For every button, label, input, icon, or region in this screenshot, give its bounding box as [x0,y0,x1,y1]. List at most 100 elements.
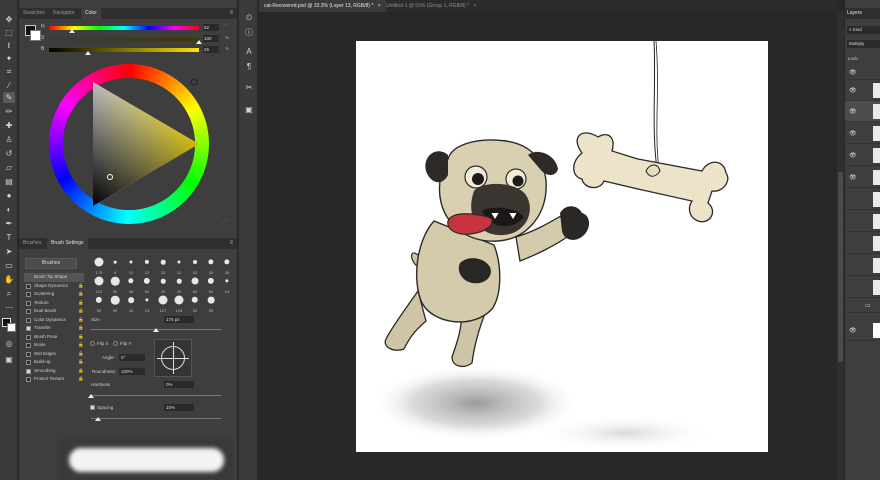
brush-option-row[interactable]: Noise 🔒 [24,341,84,350]
paragraph-panel-icon[interactable]: ¶ [243,61,255,73]
brush-tip-preset[interactable]: 50 [139,276,155,294]
move-tool-icon[interactable]: ✥ [3,14,15,25]
tab-swatches[interactable]: Swatches [19,8,49,19]
resize-grip-icon[interactable]: ⋰ [222,218,228,225]
screen-mode-icon[interactable]: ▣ [3,354,15,365]
saturation-slider[interactable]: S 100 % [41,35,237,44]
eyedropper-tool-icon[interactable]: ⁄ [3,80,15,91]
brush-tip-preset[interactable]: 52 [187,295,203,313]
marquee-tool-icon[interactable]: ⬚ [3,27,15,38]
layer-row[interactable] [845,211,880,232]
layer-row-background[interactable]: 👁 [845,320,880,341]
lock-icon[interactable]: 🔒 [78,375,84,384]
layer-row-folder[interactable]: ▭ [845,299,880,313]
brush-tip-preset[interactable]: 20 [187,257,203,275]
brush-tip-preset[interactable]: 13 [139,295,155,313]
visibility-eye-icon[interactable]: 👁 [849,174,857,181]
lock-icon[interactable]: 🔒 [78,333,84,342]
tools-preset-icon[interactable]: ✂ [243,82,255,94]
hue-ring-segment[interactable] [124,64,130,79]
visibility-eye-icon[interactable]: 👁 [849,108,857,115]
lasso-tool-icon[interactable]: ℓ [3,40,15,51]
character-panel-icon[interactable]: A [243,46,255,58]
visibility-eye-icon[interactable]: 👁 [849,69,857,76]
spacing-checkbox[interactable] [90,405,95,410]
tab-brush-settings[interactable]: Brush Settings [47,238,88,249]
brush-tip-preset[interactable]: 175 [91,257,107,275]
layer-row[interactable]: 👁 [845,145,880,166]
brush-tool-icon[interactable]: ✎ [3,92,15,103]
brush-option-row[interactable]: Build-up 🔒 [24,358,84,367]
layer-row-group[interactable]: 👁 [845,66,880,80]
brush-option-checkbox[interactable] [26,377,31,382]
lock-icon[interactable]: 🔒 [78,341,84,350]
hue-marker[interactable] [190,78,198,86]
brush-tip-preset[interactable]: 22 [139,257,155,275]
brush-tip-preset[interactable]: 25 [171,276,187,294]
hue-knob[interactable] [68,29,75,33]
gradient-tool-icon[interactable]: ▤ [3,176,15,187]
hardness-knob[interactable] [88,394,94,398]
angle-field[interactable]: 0° [119,354,145,361]
visibility-eye-icon[interactable]: 👁 [849,87,857,94]
magic-wand-tool-icon[interactable]: ✦ [3,53,15,64]
brush-option-checkbox[interactable] [26,326,31,331]
tab-color[interactable]: Color [81,8,101,19]
doc-tab-active[interactable]: cat-Recovered.psd @ 33.3% (Layer 13, RGB… [259,0,386,12]
pencil-tool-icon[interactable]: ✏ [3,106,15,117]
lock-icon[interactable]: 🔒 [78,290,84,299]
brush-tip-preset[interactable]: 55 [203,295,219,313]
brush-tip-preset[interactable]: 25 [155,276,171,294]
brush-tip-preset[interactable]: 127 [155,295,171,313]
lock-icon[interactable]: 🔒 [78,324,84,333]
brush-tip-preset[interactable]: 40 [123,295,139,313]
flip-y-checkbox[interactable] [113,341,118,346]
brush-option-row[interactable]: Protect Texture 🔒 [24,375,84,384]
pen-tool-icon[interactable]: ✒ [3,218,15,229]
layer-row[interactable] [845,233,880,254]
layer-row[interactable]: 👁 [845,123,880,144]
brush-tip-preset[interactable]: 50 [91,295,107,313]
brush-option-row[interactable]: Dual Brush 🔒 [24,307,84,316]
lock-icon[interactable]: 🔒 [78,367,84,376]
brush-option-row[interactable]: Brush Tip Shape [24,273,84,282]
brush-tip-preset[interactable]: 11 [123,257,139,275]
lock-icon[interactable]: 🔒 [78,316,84,325]
brush-tip-preset[interactable]: 60 [187,276,203,294]
brush-option-row[interactable]: Brush Pose 🔒 [24,333,84,342]
brush-option-row[interactable]: Transfer 🔒 [24,324,84,333]
hardness-field[interactable]: 0% [164,381,194,388]
spacing-knob[interactable] [94,417,101,421]
info-panel-icon[interactable]: ⓘ [243,27,255,39]
brush-option-checkbox[interactable] [26,317,31,323]
lock-icon[interactable]: 🔒 [78,350,84,359]
brush-panel-menu-icon[interactable]: ≡ [229,238,233,249]
saturation-value[interactable]: 100 [203,35,219,42]
brightness-track[interactable] [49,48,199,52]
brush-option-checkbox[interactable] [26,283,31,289]
brush-tip-preset[interactable]: 144 [171,295,187,313]
brush-tip-preset[interactable]: 9 [107,257,123,275]
brush-tip-preset[interactable]: 112 [91,276,107,294]
eraser-tool-icon[interactable]: ▱ [3,162,15,173]
lock-icon[interactable]: 🔒 [78,299,84,308]
blend-mode-select[interactable]: Multiply [847,40,880,48]
brush-option-checkbox[interactable] [26,309,31,314]
layer-row[interactable]: 👁 [845,80,880,101]
hue-ring-segment[interactable] [49,143,64,149]
hand-tool-icon[interactable]: ✋ [3,274,15,285]
brush-option-row[interactable]: Wet Edges 🔒 [24,350,84,359]
zoom-tool-icon[interactable]: ⌕ [3,288,15,299]
tab-layers[interactable]: Layers [847,8,862,19]
scrollbar-thumb[interactable] [838,172,843,362]
layer-row-selected[interactable]: 👁 [845,101,880,122]
blur-tool-icon[interactable]: ● [3,190,15,201]
clone-source-icon[interactable]: ▣ [243,104,255,116]
layer-row[interactable]: 👁 [845,167,880,188]
saturation-knob[interactable] [196,40,202,44]
brush-option-row[interactable]: Smoothing 🔒 [24,367,84,376]
path-selection-tool-icon[interactable]: ➤ [3,246,15,257]
brushes-button[interactable]: Brushes [25,258,77,269]
saturation-track[interactable] [49,37,199,41]
hardness-track[interactable] [91,395,221,396]
